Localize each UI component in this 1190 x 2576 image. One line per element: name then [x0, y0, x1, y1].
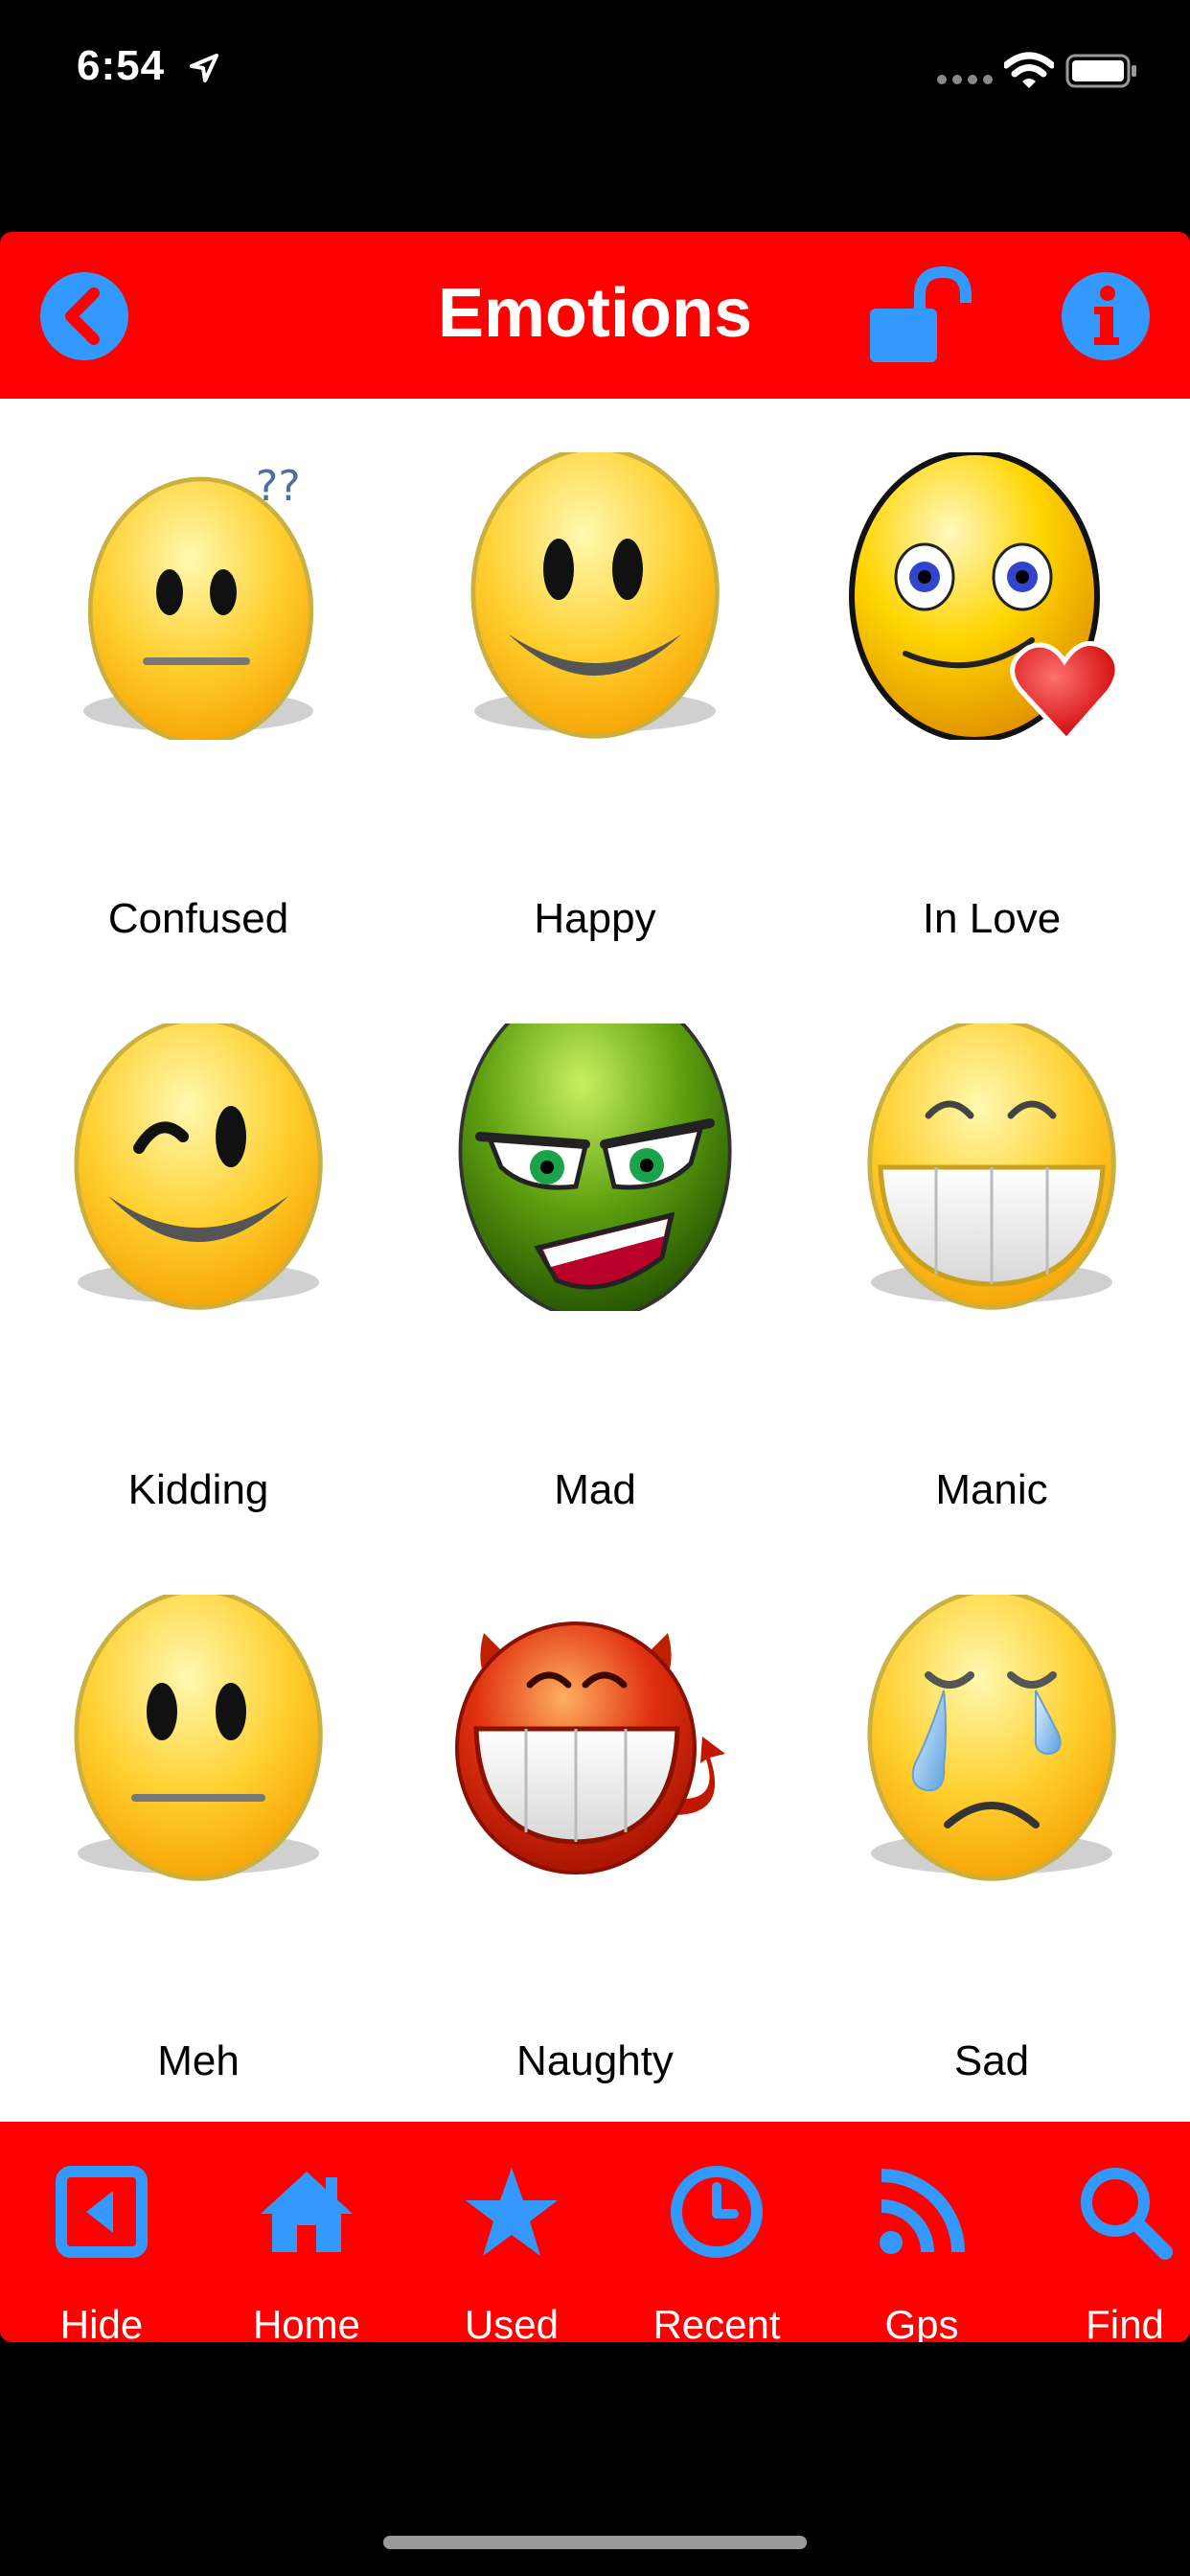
hide-icon: [56, 2166, 148, 2258]
rss-icon: [880, 2169, 965, 2254]
emotion-in-love[interactable]: In Love: [793, 399, 1190, 970]
unlock-icon[interactable]: [866, 266, 973, 366]
nav-bar: Emotions: [0, 232, 1190, 399]
tab-recent[interactable]: Recent: [621, 2122, 812, 2342]
tab-label: Find: [1086, 2302, 1164, 2342]
tab-label: Gps: [884, 2302, 959, 2342]
emotion-label: Happy: [534, 895, 656, 942]
emotion-meh[interactable]: Meh: [0, 1541, 397, 2112]
home-indicator[interactable]: [383, 2536, 807, 2549]
emotion-label: Confused: [107, 895, 289, 942]
emotion-label: Meh: [157, 2037, 240, 2084]
confused-face-icon: ??: [83, 462, 314, 740]
tab-used[interactable]: Used: [416, 2122, 607, 2342]
mad-face-icon: [458, 1024, 732, 1311]
emotion-label: Kidding: [127, 1466, 269, 1513]
tab-home[interactable]: Home: [211, 2122, 402, 2342]
tab-hide[interactable]: Hide: [6, 2122, 197, 2342]
emotion-naughty[interactable]: Naughty: [397, 1541, 793, 2112]
status-bar: 6:54: [0, 0, 1190, 134]
emotion-label: In Love: [922, 895, 1062, 942]
tab-find[interactable]: Find: [1029, 2122, 1190, 2342]
emotion-manic[interactable]: Manic: [793, 970, 1190, 1541]
emotion-confused[interactable]: ?? Confused: [0, 399, 397, 970]
home-icon: [261, 2172, 353, 2252]
status-time: 6:54: [77, 42, 166, 89]
tab-label: Hide: [59, 2302, 144, 2342]
app-screen: 6:54 Emotions ?? Confused Happy In Love …: [0, 0, 1190, 2576]
search-icon: [1081, 2168, 1173, 2260]
page-title: Emotions: [437, 275, 752, 352]
sad-face-icon: [867, 1595, 1116, 1881]
manic-face-icon: [867, 1024, 1116, 1310]
emotion-label: Manic: [935, 1466, 1048, 1513]
svg-text:??: ??: [256, 462, 301, 511]
emotion-mad[interactable]: Mad: [397, 970, 793, 1541]
emotion-label: Naughty: [516, 2037, 674, 2084]
cellular-signal-icon: [937, 75, 993, 84]
meh-face-icon: [74, 1595, 323, 1881]
wifi-icon: [1004, 52, 1054, 88]
tab-label: Used: [464, 2302, 560, 2342]
battery-icon: [1065, 54, 1136, 88]
tab-bar: Hide Home Used Recent Gps Find: [0, 2122, 1190, 2342]
tab-gps[interactable]: Gps: [826, 2122, 1018, 2342]
clock-icon: [671, 2166, 763, 2258]
emotion-happy[interactable]: Happy: [397, 399, 793, 970]
devil-face-icon: [455, 1622, 725, 1874]
emotions-grid-area: ?? Confused Happy In Love Kidding Mad Ma…: [0, 399, 1190, 2122]
tab-label: Home: [252, 2302, 361, 2342]
emotion-kidding[interactable]: Kidding: [0, 970, 397, 1541]
tab-label: Recent: [652, 2302, 781, 2342]
star-icon: [466, 2168, 558, 2256]
emotion-label: Mad: [554, 1466, 636, 1513]
happy-face-icon: [470, 452, 720, 739]
emotion-sad[interactable]: Sad: [793, 1541, 1190, 2112]
in-love-face-icon: [849, 452, 1120, 740]
location-arrow-icon: [190, 54, 218, 82]
wink-face-icon: [74, 1024, 323, 1310]
emotion-label: Sad: [953, 2037, 1030, 2084]
info-icon[interactable]: [1060, 270, 1152, 362]
